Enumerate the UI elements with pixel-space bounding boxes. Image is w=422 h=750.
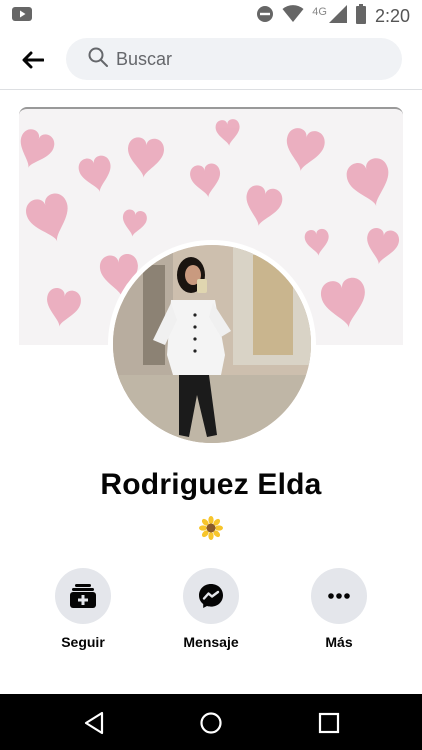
message-button-circle [183,568,239,624]
search-input[interactable]: Buscar [66,38,402,80]
message-button[interactable]: Mensaje [171,568,251,650]
follow-label: Seguir [61,634,105,650]
do-not-disturb-icon [256,5,274,28]
header-divider [0,89,422,90]
profile-actions: Seguir Mensaje Más [0,568,422,658]
message-label: Mensaje [183,634,239,650]
arrow-left-icon [22,51,44,69]
more-dots-icon [328,593,350,599]
search-placeholder: Buscar [116,48,173,69]
profile-name: Rodriguez Elda [100,468,322,501]
app-bar: Buscar [0,30,422,90]
more-button[interactable]: Más [299,568,379,650]
wifi-icon [282,5,304,28]
back-button[interactable] [18,48,48,72]
status-bar: 4G 2:20 [0,0,422,30]
add-friend-icon [70,584,96,608]
nav-back-button[interactable] [79,708,109,738]
profile-screen: 4G 2:20 Buscar Rodriguez Elda Seguir Men… [0,0,422,750]
clock: 2:20 [374,6,410,26]
profile-avatar[interactable] [108,240,316,448]
messenger-icon [199,584,223,608]
nav-recents-button[interactable] [314,708,344,738]
avatar-photo [113,245,311,443]
follow-button[interactable]: Seguir [43,568,123,650]
follow-button-circle [55,568,111,624]
system-nav-bar [0,694,422,750]
nav-recents-icon [318,712,340,734]
youtube-icon [12,6,32,27]
sunflower-icon [199,516,223,540]
nav-home-icon [200,712,222,734]
search-icon [88,47,108,72]
more-button-circle [311,568,367,624]
network-type: 4G [312,5,327,18]
nav-home-button[interactable] [196,708,226,738]
battery-icon [355,4,367,29]
more-label: Más [325,634,353,650]
nav-back-icon [84,711,104,735]
signal-icon [328,5,347,28]
